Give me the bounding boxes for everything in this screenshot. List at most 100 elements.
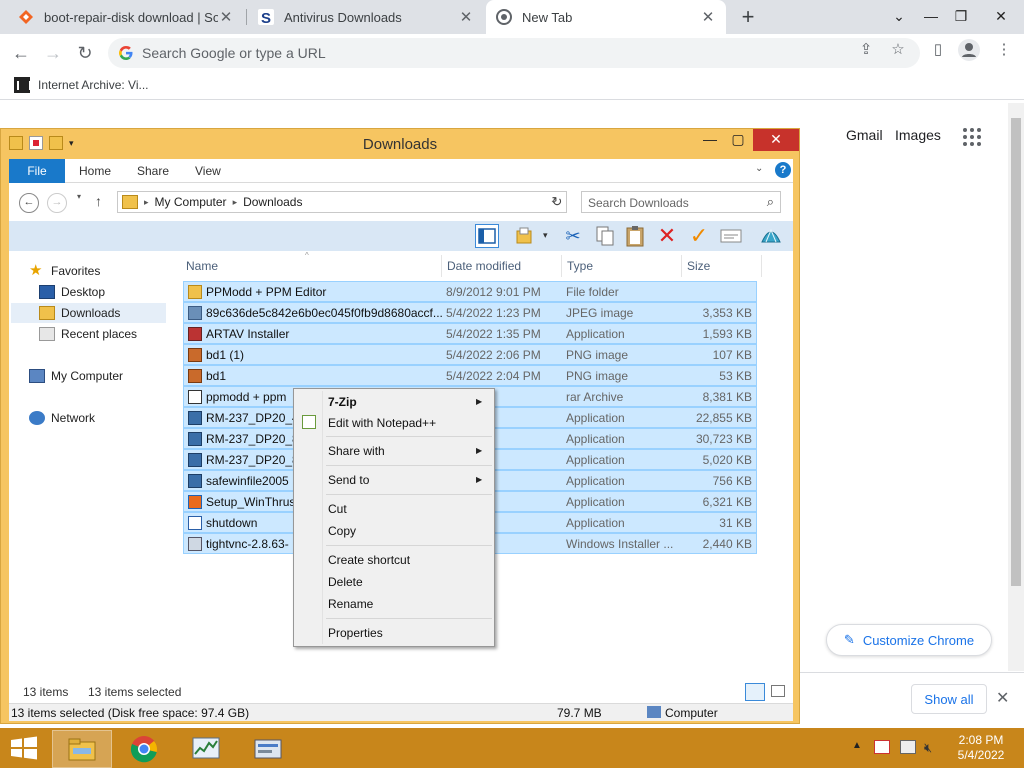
- file-row[interactable]: bd1 5/4/2022 2:04 PM PNG image 53 KB: [183, 365, 757, 386]
- taskbar-file-explorer[interactable]: [52, 730, 112, 768]
- omnibox[interactable]: Search Google or type a URL: [108, 38, 920, 68]
- taskbar-chrome[interactable]: [114, 730, 174, 768]
- up-icon[interactable]: ↑: [95, 193, 102, 209]
- tab-antivirus[interactable]: S Antivirus Downloads ✕: [248, 0, 484, 34]
- file-row[interactable]: PPModd + PPM Editor 8/9/2012 9:01 PM File …: [183, 281, 757, 302]
- tab-new-tab[interactable]: New Tab ✕: [486, 0, 726, 34]
- file-row[interactable]: 89c636de5c842e6b0ec045f0fb9d8680accf... 5…: [183, 302, 757, 323]
- chrome-menu-icon[interactable]: ⋮: [994, 40, 1014, 60]
- maximize-icon[interactable]: ▢: [725, 129, 751, 151]
- tab-view[interactable]: View: [183, 159, 233, 183]
- minimize-icon[interactable]: —: [697, 129, 723, 151]
- minimize-icon[interactable]: —: [914, 0, 948, 34]
- bookmark-star-icon[interactable]: ☆: [888, 40, 908, 60]
- refresh-icon[interactable]: ↻: [547, 192, 567, 212]
- column-divider[interactable]: [441, 255, 442, 277]
- folder-options-dropdown-icon[interactable]: ▾: [543, 230, 548, 241]
- nav-favorites[interactable]: ★ Favorites: [29, 261, 100, 281]
- tab-share[interactable]: Share: [125, 159, 181, 183]
- menu-item-share-with[interactable]: Share with: [328, 444, 385, 458]
- column-name[interactable]: Name: [186, 259, 218, 273]
- new-tab-button[interactable]: +: [736, 4, 760, 30]
- nav-network[interactable]: Network: [29, 408, 95, 428]
- windows-start-icon[interactable]: [10, 736, 38, 760]
- menu-item-copy[interactable]: Copy: [328, 524, 356, 538]
- back-icon[interactable]: ←: [8, 40, 34, 66]
- file-row[interactable]: bd1 (1) 5/4/2022 2:06 PM PNG image 107 KB: [183, 344, 757, 365]
- file-row[interactable]: ARTAV Installer 5/4/2022 1:35 PM Applicati…: [183, 323, 757, 344]
- close-tab-icon[interactable]: ✕: [700, 8, 716, 26]
- large-icons-view-icon[interactable]: [771, 685, 785, 697]
- close-tab-icon[interactable]: ✕: [458, 8, 474, 26]
- column-size[interactable]: Size: [687, 259, 710, 273]
- preview-pane-icon[interactable]: [475, 224, 499, 248]
- paste-icon[interactable]: [623, 224, 647, 248]
- taskbar-resource-monitor[interactable]: [176, 730, 236, 768]
- close-tab-icon[interactable]: ✕: [218, 8, 234, 26]
- forward-icon[interactable]: →: [40, 40, 66, 66]
- tab-file[interactable]: File: [9, 159, 65, 183]
- taskbar-control-panel[interactable]: [238, 730, 298, 768]
- menu-item-send-to[interactable]: Send to: [328, 473, 369, 487]
- nav-downloads[interactable]: Downloads: [11, 303, 166, 323]
- network-status-icon[interactable]: [900, 740, 916, 754]
- profile-avatar-icon[interactable]: [958, 39, 980, 61]
- tab-search-chevron-icon[interactable]: ⌄: [882, 0, 916, 34]
- details-view-icon[interactable]: [745, 683, 765, 701]
- file-size: 53 KB: [719, 369, 752, 383]
- copy-icon[interactable]: [593, 224, 617, 248]
- nav-recent-places[interactable]: Recent places: [39, 324, 137, 344]
- column-date-modified[interactable]: Date modified: [447, 259, 521, 273]
- folder-options-icon[interactable]: [513, 224, 537, 248]
- tab-boot-repair[interactable]: boot-repair-disk download | Sou ✕: [8, 0, 244, 34]
- gmail-link[interactable]: Gmail: [846, 127, 883, 143]
- explorer-titlebar[interactable]: ▾ Downloads — ▢ ✕: [1, 129, 799, 159]
- menu-item-delete[interactable]: Delete: [328, 575, 363, 589]
- nav-desktop[interactable]: Desktop: [39, 282, 105, 302]
- properties-icon[interactable]: [719, 224, 743, 248]
- restore-icon[interactable]: ❐: [944, 0, 978, 34]
- ribbon-expand-icon[interactable]: ⌄: [755, 163, 763, 174]
- menu-item-properties[interactable]: Properties: [328, 626, 383, 640]
- column-type[interactable]: Type: [567, 259, 593, 273]
- shell-icon[interactable]: [759, 224, 783, 248]
- column-divider[interactable]: [761, 255, 762, 277]
- breadcrumb-my-computer[interactable]: My Computer: [155, 195, 227, 209]
- column-divider[interactable]: [561, 255, 562, 277]
- search-downloads-input[interactable]: Search Downloads ⌕: [581, 191, 781, 213]
- customize-chrome-button[interactable]: ✎ Customize Chrome: [826, 624, 992, 656]
- scrollbar-thumb[interactable]: [1011, 118, 1021, 586]
- action-center-flag-icon[interactable]: [874, 740, 890, 754]
- setup-icon: [188, 495, 202, 509]
- side-panel-icon[interactable]: ▯: [928, 40, 948, 60]
- recent-locations-icon[interactable]: ▾: [77, 192, 81, 201]
- help-icon[interactable]: ?: [775, 162, 791, 178]
- address-bar[interactable]: ▸ My Computer ▸ Downloads ⌄: [117, 191, 567, 213]
- forward-icon[interactable]: →: [47, 193, 67, 213]
- menu-item-rename[interactable]: Rename: [328, 597, 373, 611]
- images-link[interactable]: Images: [895, 127, 941, 143]
- volume-muted-icon[interactable]: 🔇︎: [924, 740, 932, 756]
- column-divider[interactable]: [681, 255, 682, 277]
- menu-item-cut[interactable]: Cut: [328, 502, 347, 516]
- show-all-button[interactable]: Show all: [911, 684, 987, 714]
- share-icon[interactable]: ⇪: [856, 40, 876, 60]
- close-download-bar-icon[interactable]: ✕: [996, 688, 1009, 708]
- close-window-icon[interactable]: ✕: [984, 0, 1018, 34]
- delete-icon[interactable]: ✕: [655, 223, 679, 248]
- system-clock[interactable]: 2:08 PM 5/4/2022: [956, 733, 1006, 763]
- rename-check-icon[interactable]: ✓: [687, 223, 711, 248]
- close-window-icon[interactable]: ✕: [753, 129, 799, 151]
- breadcrumb-downloads[interactable]: Downloads: [243, 195, 302, 209]
- reload-icon[interactable]: ↻: [72, 40, 98, 66]
- menu-item-7zip[interactable]: 7-Zip: [328, 395, 357, 409]
- tab-home[interactable]: Home: [67, 159, 123, 183]
- back-icon[interactable]: ←: [19, 193, 39, 213]
- nav-my-computer[interactable]: My Computer: [29, 366, 123, 386]
- tray-overflow-icon[interactable]: ▲: [852, 740, 862, 751]
- bookmark-internet-archive[interactable]: Internet Archive: Vi...: [14, 77, 149, 93]
- menu-item-create-shortcut[interactable]: Create shortcut: [328, 553, 410, 567]
- cut-icon[interactable]: ✂: [561, 224, 585, 248]
- menu-item-edit-notepad[interactable]: Edit with Notepad++: [328, 416, 436, 430]
- google-apps-icon[interactable]: [963, 128, 981, 146]
